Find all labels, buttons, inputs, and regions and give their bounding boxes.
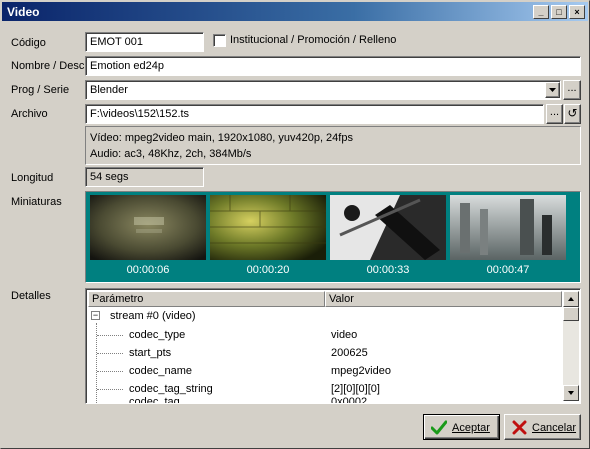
thumbnail-image (330, 195, 446, 260)
column-header-parametro[interactable]: Parámetro (88, 291, 325, 307)
thumbnail-time: 00:00:47 (486, 264, 530, 276)
audio-info: Audio: ac3, 48Khz, 2ch, 384Mb/s (90, 148, 252, 160)
thumbnail-time: 00:00:20 (246, 264, 290, 276)
x-icon (512, 420, 527, 435)
prog-label: Prog / Serie (11, 84, 70, 96)
institucional-checkbox[interactable] (213, 34, 226, 47)
value-cell: mpeg2video (331, 365, 391, 377)
codigo-input[interactable]: EMOT 001 (85, 32, 204, 52)
thumbnail-4[interactable] (450, 195, 566, 260)
codigo-label: Código (11, 37, 46, 49)
cancel-label: Cancelar (532, 422, 577, 434)
table-row[interactable]: codec_tag 0x0002 (86, 396, 562, 404)
thumbnail-image (90, 195, 206, 260)
archivo-input[interactable]: F:\videos\152\152.ts (85, 104, 544, 124)
archivo-label: Archivo (11, 108, 48, 120)
param-cell: codec_type (129, 329, 186, 341)
arrow-down-icon (568, 391, 574, 395)
media-info-panel: Vídeo: mpeg2video main, 1920x1080, yuv42… (85, 126, 581, 165)
video-dialog: Video _ □ × Código EMOT 001 Instituciona… (0, 0, 590, 449)
collapse-toggle-icon[interactable]: − (91, 311, 100, 320)
value-cell: [2][0][0][0] (331, 383, 380, 395)
video-info: Vídeo: mpeg2video main, 1920x1080, yuv42… (90, 132, 353, 144)
prog-select[interactable]: Blender (85, 80, 561, 100)
archivo-browse-button[interactable]: ... (546, 104, 563, 124)
nombre-input[interactable]: Emotion ed24p (85, 56, 581, 76)
table-row[interactable]: codec_type video (86, 327, 562, 345)
cancel-button[interactable]: Cancelar (504, 414, 581, 440)
thumbnails-panel: 00:00:06 00:00:20 00:00:33 00:00:47 (85, 191, 581, 283)
thumbnail-time: 00:00:33 (366, 264, 410, 276)
arrow-up-icon (568, 297, 574, 301)
accept-button[interactable]: Aceptar (423, 414, 500, 440)
refresh-icon: ↺ (567, 106, 578, 120)
tree-branch (97, 371, 123, 372)
value-cell: video (331, 329, 358, 341)
tree-branch (97, 353, 123, 354)
value-cell: 0x0002 (331, 396, 368, 404)
param-cell: codec_name (129, 365, 192, 377)
thumbnail-2[interactable] (210, 195, 326, 260)
thumbnail-1[interactable] (90, 195, 206, 260)
tree-stream-node[interactable]: − stream #0 (video) (86, 309, 562, 327)
value-cell: 200625 (331, 347, 368, 359)
column-header-valor[interactable]: Valor (325, 291, 562, 307)
chevron-down-icon (549, 88, 556, 92)
scroll-up-button[interactable] (563, 291, 579, 307)
prog-browse-button[interactable]: ... (563, 80, 581, 100)
nombre-label: Nombre / Desc (11, 60, 85, 72)
table-row[interactable]: codec_name mpeg2video (86, 363, 562, 381)
param-cell: codec_tag_string (129, 383, 213, 395)
tree-branch (97, 389, 123, 390)
checkmark-icon (431, 420, 447, 435)
minimize-button[interactable]: _ (533, 5, 549, 19)
institucional-label: Institucional / Promoción / Relleno (230, 34, 397, 46)
param-cell: start_pts (129, 347, 172, 359)
longitud-label: Longitud (11, 172, 54, 184)
title-bar[interactable]: Video _ □ × (2, 2, 588, 21)
miniaturas-label: Miniaturas (11, 196, 62, 208)
param-cell: codec_tag (129, 396, 180, 404)
thumbnail-3[interactable] (330, 195, 446, 260)
accept-label: Aceptar (452, 422, 490, 434)
tree-branch (97, 335, 123, 336)
vertical-scrollbar[interactable] (563, 291, 579, 401)
refresh-button[interactable]: ↺ (564, 104, 581, 124)
table-row[interactable]: start_pts 200625 (86, 345, 562, 363)
longitud-value: 54 segs (85, 167, 204, 187)
detalles-label: Detalles (11, 290, 51, 302)
scroll-down-button[interactable] (563, 385, 579, 401)
details-tree[interactable]: Parámetro Valor − stream #0 (video) code… (85, 288, 581, 404)
thumbnail-image (450, 195, 566, 260)
close-button[interactable]: × (569, 5, 585, 19)
window-title: Video (7, 5, 40, 19)
thumbnail-time: 00:00:06 (126, 264, 170, 276)
maximize-button[interactable]: □ (551, 5, 567, 19)
scroll-thumb[interactable] (563, 307, 579, 321)
stream-label: stream #0 (video) (110, 310, 196, 322)
prog-dropdown-button[interactable] (545, 82, 560, 98)
thumbnail-image (210, 195, 326, 260)
